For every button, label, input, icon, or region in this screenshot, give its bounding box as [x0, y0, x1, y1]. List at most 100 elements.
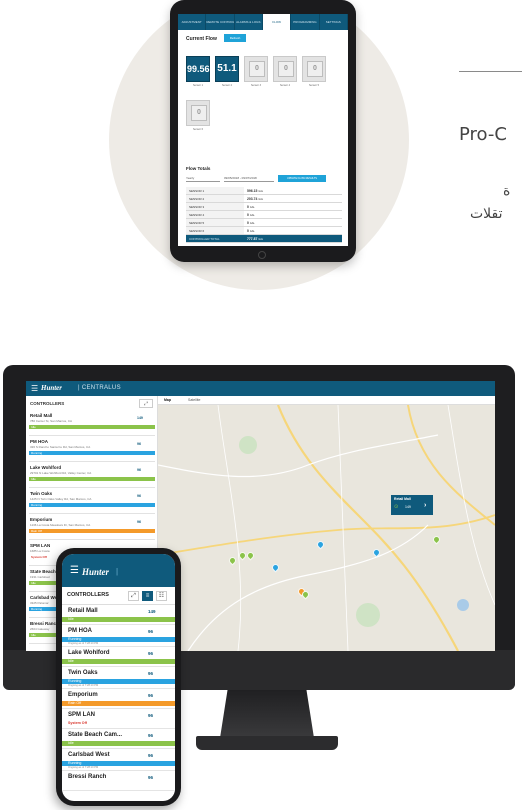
- list-item[interactable]: Twin Oaks 1425 N Twin Oaks Valley Rd, Sa…: [29, 489, 155, 514]
- map-roads: [158, 405, 495, 651]
- controller-address: 3325 Palomar: [30, 601, 49, 605]
- list-item[interactable]: PM HOA 326 S Rancho Santa Fe Rd, San Mar…: [29, 437, 155, 462]
- menu-icon[interactable]: ☰: [70, 566, 79, 576]
- list-item[interactable]: SPM LAN 96 System Off: [62, 709, 175, 729]
- list-view-icon[interactable]: ≡: [142, 591, 153, 601]
- controller-flow: 96: [137, 520, 141, 524]
- controller-name: PM HOA: [30, 439, 48, 444]
- table-row-total: CONTROLLER TOTAL 777.87 GAL: [186, 235, 342, 243]
- controller-name: SPM LAN: [68, 712, 95, 718]
- row-value-number: 0: [247, 221, 249, 225]
- controller-name: State Beach: [30, 569, 56, 574]
- sensor-tile-4[interactable]: 0: [273, 56, 297, 82]
- sensor-tile-6[interactable]: 0: [186, 100, 210, 126]
- period-select[interactable]: Yearly: [186, 175, 220, 182]
- tab-adjustment[interactable]: ADJUSTMENT: [178, 14, 207, 30]
- chevron-right-icon[interactable]: ›: [424, 502, 426, 509]
- menu-icon[interactable]: ☰: [31, 381, 38, 396]
- controller-flow: 149: [137, 416, 143, 420]
- row-unit: GAL: [249, 206, 255, 209]
- controller-flow: 96: [148, 753, 154, 758]
- expand-icon[interactable]: ⤢: [128, 591, 139, 601]
- tablet-tab-bar: ADJUSTMENT REMOTE CONTROL ALARMS & LOGS …: [178, 14, 348, 30]
- sensor-tile-2[interactable]: 51.1: [215, 56, 239, 82]
- controller-address: 780 Center St, San Marcos, CA: [30, 419, 73, 423]
- tablet-device: ADJUSTMENT REMOTE CONTROL ALARMS & LOGS …: [170, 0, 356, 262]
- list-item[interactable]: PM HOA 96 Running Ongoing as of 7:28:10 …: [62, 625, 175, 647]
- table-row: SENSOR 2 203.74 GAL: [186, 195, 342, 203]
- row-name: SENSOR 3: [186, 203, 244, 210]
- arabic-text-line: تقلات: [470, 206, 503, 222]
- product-label: CENTRALUS: [81, 385, 121, 391]
- controller-name: Emporium: [30, 517, 53, 522]
- update-flow-results-button[interactable]: UPDATE FLOW RESULTS: [278, 175, 326, 182]
- product-name: | CENTRALUS: [78, 385, 121, 391]
- status-note: Ongoing as of 7:28:10 PM: [68, 766, 99, 769]
- list-item[interactable]: Emporium 96 Rain Off: [62, 689, 175, 709]
- status-badge: Rain Off: [29, 529, 155, 533]
- table-row: SENSOR 6 0 GAL: [186, 227, 342, 235]
- row-value: 777.87 GAL: [244, 235, 342, 242]
- tab-remote-control[interactable]: REMOTE CONTROL: [206, 14, 235, 30]
- list-item[interactable]: Retail Mall 149 Idle: [62, 605, 175, 625]
- arabic-text-line: ة: [503, 183, 511, 199]
- controller-name: State Beach Cam...: [68, 732, 123, 738]
- tab-programming[interactable]: PROGRAMMING: [291, 14, 320, 30]
- list-item[interactable]: Carlsbad West 96 Running Ongoing as of 7…: [62, 749, 175, 771]
- map-popup[interactable]: Retail Mall ⊙ 149 ›: [391, 495, 433, 515]
- list-item[interactable]: Twin Oaks 96 Running Ongoing as of 7:28:…: [62, 667, 175, 689]
- grid-view-icon[interactable]: ☷: [156, 591, 167, 601]
- controller-flow: 96: [148, 671, 154, 676]
- controller-flow: 96: [148, 651, 154, 656]
- controller-address: 29701 N Lake Wohlford Rd, Valley Center,…: [30, 471, 92, 475]
- list-item[interactable]: Retail Mall 780 Center St, San Marcos, C…: [29, 411, 155, 436]
- list-item[interactable]: Lake Wohlford 29701 N Lake Wohlford Rd, …: [29, 463, 155, 488]
- row-unit: GAL: [258, 190, 264, 193]
- tab-satellite[interactable]: Satellite: [188, 396, 200, 405]
- heading-text: Pro-C: [459, 124, 507, 145]
- monitor-stand-base: [196, 736, 338, 750]
- list-item[interactable]: State Beach Cam... 96 Idle: [62, 729, 175, 749]
- row-value: 203.74 GAL: [244, 195, 342, 202]
- list-item[interactable]: Lake Wohlford 96 Idle: [62, 647, 175, 667]
- map-tab-bar: Map Satellite: [158, 396, 495, 406]
- sensor-value-4: 0: [278, 61, 294, 77]
- sensor-label-3: Sensor 3: [250, 84, 261, 87]
- sensor-tile-5[interactable]: 0: [302, 56, 326, 82]
- row-value: 0 GAL: [244, 211, 342, 218]
- sidebar-title: CONTROLLERS: [30, 401, 65, 406]
- status-note: Ongoing as of 7:28:10 PM: [68, 684, 99, 687]
- controller-address: 1931 Carlsbad: [30, 575, 50, 579]
- controller-address: 1425 N Twin Oaks Valley Rd, San Marcos, …: [30, 497, 92, 501]
- tab-flow[interactable]: FLOW: [262, 14, 292, 30]
- sensor-tile-1[interactable]: 99.56: [186, 56, 210, 82]
- controller-flow: 96: [137, 442, 141, 446]
- current-flow-title: Current Flow: [186, 36, 217, 42]
- status-badge: Idle: [62, 741, 175, 746]
- row-value-number: 596.15: [247, 189, 258, 193]
- table-row: SENSOR 4 0 GAL: [186, 211, 342, 219]
- phone-subheader: CONTROLLERS ⤢ ≡ ☷: [62, 587, 175, 605]
- tab-alarms-logs[interactable]: ALARMS & LOGS: [234, 14, 263, 30]
- row-value: 0 GAL: [244, 203, 342, 210]
- app-header: ☰ Hunter | CENTRALUS: [26, 381, 495, 396]
- row-name: CONTROLLER TOTAL: [186, 235, 244, 242]
- map-view[interactable]: Map Satellite: [158, 396, 495, 651]
- controllers-title: CONTROLLERS: [67, 592, 109, 598]
- status-note: Ongoing as of 7:28:10 PM: [68, 642, 99, 645]
- date-range-input[interactable]: 09/05/2018 - 09/07/2018: [224, 175, 274, 182]
- phone-header: ☰ Hunter |: [62, 554, 175, 587]
- controller-address: 326 S Rancho Santa Fe Rd, San Marcos, CA: [30, 445, 91, 449]
- list-item[interactable]: Emporium 1136 La Costa Meadows Dr, San M…: [29, 515, 155, 540]
- tab-settings[interactable]: SETTINGS: [319, 14, 348, 30]
- row-value-number: 203.74: [247, 197, 258, 201]
- popup-title: Retail Mall: [394, 497, 411, 501]
- sidebar-tool-icon[interactable]: ⤢: [139, 399, 153, 408]
- table-row: SENSOR 3 0 GAL: [186, 203, 342, 211]
- row-unit: GAL: [258, 198, 264, 201]
- list-item[interactable]: Bressi Ranch 96: [62, 771, 175, 791]
- row-name: SENSOR 5: [186, 219, 244, 226]
- sensor-tile-3[interactable]: 0: [244, 56, 268, 82]
- controller-address: 1136 La Costa Meadows Dr, San Marcos, CA: [30, 523, 91, 527]
- refresh-button[interactable]: Refresh: [224, 34, 246, 42]
